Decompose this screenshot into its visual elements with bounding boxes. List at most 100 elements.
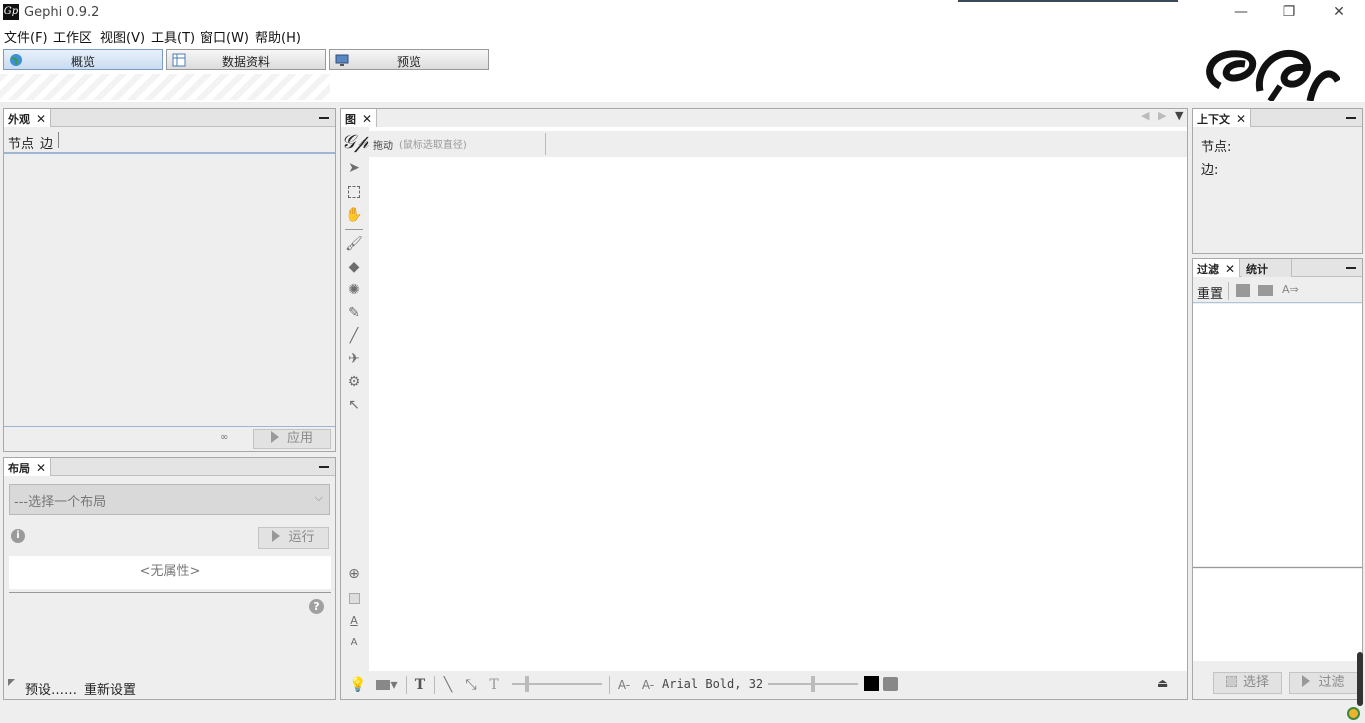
layout-properties: <无属性> bbox=[9, 556, 331, 589]
font-decrease-icon[interactable]: A- bbox=[614, 676, 634, 694]
edge-icon[interactable]: ╲ bbox=[440, 676, 456, 694]
menu-workspace[interactable]: 工作区 bbox=[53, 27, 92, 46]
edge-label-icon[interactable]: T bbox=[486, 676, 502, 694]
edge-color-icon[interactable]: ⤡ bbox=[463, 676, 479, 694]
font-label[interactable]: Arial Bold, 32 bbox=[662, 677, 763, 691]
run-button[interactable]: 运行 bbox=[258, 527, 329, 549]
filters-library[interactable] bbox=[1193, 304, 1362, 566]
pencil-icon[interactable]: ✎ bbox=[344, 304, 364, 322]
vertical-scrollbar[interactable] bbox=[1357, 652, 1363, 706]
label-color-swatch[interactable] bbox=[864, 676, 879, 691]
scroll-right-icon[interactable]: ▶ bbox=[1158, 109, 1166, 122]
dropdown-icon[interactable]: ▼ bbox=[1175, 109, 1183, 122]
play-icon bbox=[1302, 675, 1311, 687]
minimize-icon[interactable] bbox=[319, 466, 329, 468]
shortest-path-icon[interactable]: ✈ bbox=[344, 350, 364, 368]
layout-panel: 布局 ✕ ---选择一个布局 ⌵ i 运行 <无属性> ? 预设…… 重新设置 bbox=[3, 457, 336, 700]
close-icon[interactable]: ✕ bbox=[362, 112, 372, 126]
subtab-edges[interactable]: 边 bbox=[40, 133, 53, 152]
bottom-divider bbox=[609, 676, 610, 694]
apply-button[interactable]: 应用 bbox=[253, 429, 331, 449]
appearance-panel: 外观 ✕ 节点 边 ∞ 应用 bbox=[3, 108, 336, 452]
close-icon[interactable]: ✕ bbox=[1225, 262, 1235, 276]
rect-select-icon[interactable] bbox=[344, 183, 364, 201]
label-attributes-icon[interactable] bbox=[883, 677, 898, 691]
close-icon[interactable]: ✕ bbox=[36, 461, 46, 475]
tab-layout[interactable]: 布局 ✕ bbox=[4, 458, 52, 476]
help-icon[interactable]: ? bbox=[309, 599, 324, 614]
font-increase-icon[interactable]: A- bbox=[638, 676, 658, 694]
tab-graph[interactable]: 图 ✕ bbox=[341, 109, 378, 127]
toolbar-divider bbox=[545, 133, 546, 155]
minimize-button[interactable]: — bbox=[1218, 2, 1264, 22]
filters-reset-button[interactable]: 重置 bbox=[1197, 283, 1223, 302]
layout-select[interactable]: ---选择一个布局 ⌵ bbox=[9, 484, 330, 515]
hand-icon[interactable]: ✋ bbox=[344, 206, 364, 224]
brush-icon[interactable]: 🖌 bbox=[344, 235, 364, 253]
text-size-icon[interactable]: A bbox=[344, 634, 364, 652]
screenshot-icon[interactable]: ▾ bbox=[372, 676, 402, 694]
menu-help[interactable]: 帮助(H) bbox=[255, 27, 301, 46]
window-title: Gephi 0.9.2 bbox=[24, 5, 100, 20]
auto-refresh-icon[interactable]: A⇒ bbox=[1282, 283, 1299, 296]
filter-button[interactable]: 过滤 bbox=[1289, 672, 1358, 694]
zoom-in-icon[interactable]: ⊕ bbox=[344, 565, 364, 583]
tab-overview[interactable]: 概览 bbox=[3, 49, 163, 70]
maximize-button[interactable]: ❐ bbox=[1266, 2, 1312, 22]
menu-file[interactable]: 文件(F) bbox=[4, 27, 48, 46]
presets-link[interactable]: 预设…… bbox=[25, 679, 77, 698]
filters-divider bbox=[1193, 567, 1362, 568]
pointer-help-icon[interactable]: ↖ bbox=[344, 396, 364, 414]
play-icon bbox=[272, 530, 281, 542]
apply-button-label: 应用 bbox=[286, 431, 313, 446]
tab-filters[interactable]: 过滤 ✕ bbox=[1193, 259, 1241, 277]
close-icon[interactable]: ✕ bbox=[36, 112, 46, 126]
bulb-icon[interactable]: 💡 bbox=[349, 676, 366, 694]
title-bar bbox=[0, 0, 1365, 24]
pointer-icon[interactable]: ➤ bbox=[344, 159, 364, 177]
gear-icon[interactable]: ⚙ bbox=[344, 373, 364, 391]
filters-toolbar: 重置 A⇒ bbox=[1193, 279, 1362, 303]
tab-statistics[interactable]: 统计 bbox=[1242, 259, 1292, 277]
graph-top-toolbar: 拖动 (鼠标选取直径) bbox=[369, 131, 1187, 157]
subtab-divider bbox=[58, 132, 59, 148]
minimize-icon[interactable] bbox=[1346, 117, 1356, 119]
appearance-divider bbox=[4, 426, 335, 427]
edge-scale-thumb[interactable] bbox=[525, 676, 529, 692]
select-button[interactable]: 选择 bbox=[1213, 672, 1282, 694]
save-filter-icon[interactable] bbox=[1236, 284, 1250, 297]
gephi-logo bbox=[1206, 50, 1340, 101]
diamond-icon[interactable]: ◆ bbox=[344, 258, 364, 276]
text-color-icon[interactable]: A bbox=[344, 612, 364, 630]
graph-panel-header: 图 ✕ ◀ ▶ ▼ bbox=[341, 109, 1187, 127]
tab-data-laboratory[interactable]: 数据资料 bbox=[166, 49, 326, 70]
edge-pencil-icon[interactable]: ╱ bbox=[344, 327, 364, 345]
filter-button-label: 过滤 bbox=[1318, 675, 1345, 690]
label-scale-thumb[interactable] bbox=[811, 676, 815, 692]
scroll-left-icon[interactable]: ◀ bbox=[1141, 109, 1149, 122]
filters-panel: 过滤 ✕ 统计 重置 A⇒ 选择 过滤 bbox=[1192, 258, 1363, 700]
label-text-icon[interactable]: T bbox=[411, 676, 429, 694]
status-notification-icon[interactable] bbox=[1347, 707, 1360, 720]
reset-link[interactable]: 重新设置 bbox=[84, 679, 136, 698]
minimize-icon[interactable] bbox=[1346, 267, 1356, 269]
context-panel: 上下文 ✕ 节点: 边: bbox=[1192, 108, 1363, 254]
info-icon[interactable]: i bbox=[11, 529, 25, 543]
menu-view[interactable]: 视图(V) bbox=[100, 27, 145, 46]
graph-canvas[interactable] bbox=[369, 157, 1187, 671]
minimize-icon[interactable] bbox=[319, 117, 329, 119]
menu-window[interactable]: 窗口(W) bbox=[200, 27, 249, 46]
tab-context[interactable]: 上下文 ✕ bbox=[1193, 109, 1252, 127]
filters-panel-header: 过滤 ✕ 统计 bbox=[1193, 259, 1362, 277]
tab-preview[interactable]: 预览 bbox=[329, 49, 489, 70]
filters-queries[interactable] bbox=[1193, 569, 1362, 661]
close-icon[interactable]: ✕ bbox=[1236, 112, 1246, 126]
eject-icon[interactable]: ⏏ bbox=[1157, 676, 1168, 690]
close-button[interactable]: ✕ bbox=[1316, 2, 1362, 22]
reset-zoom-icon[interactable] bbox=[344, 589, 364, 607]
export-filter-icon[interactable] bbox=[1258, 285, 1273, 296]
tab-appearance[interactable]: 外观 ✕ bbox=[4, 109, 52, 127]
subtab-nodes[interactable]: 节点 bbox=[8, 133, 34, 152]
menu-tools[interactable]: 工具(T) bbox=[151, 27, 195, 46]
heat-icon[interactable]: ✺ bbox=[344, 281, 364, 299]
